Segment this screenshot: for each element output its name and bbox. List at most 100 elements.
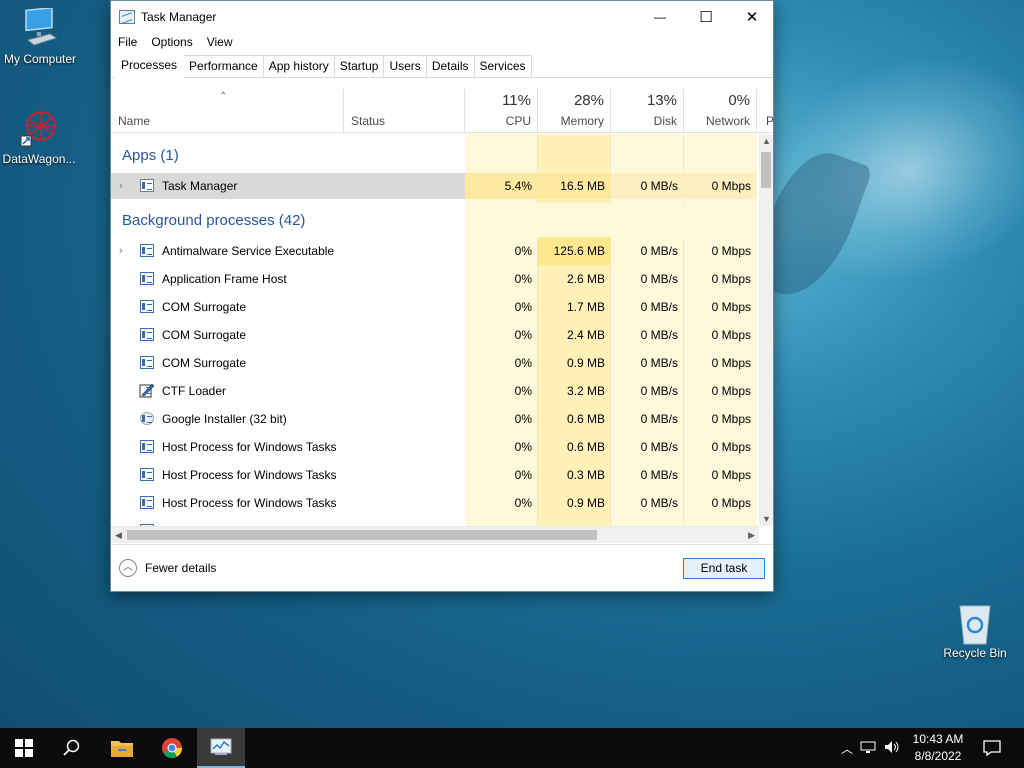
menu-view[interactable]: View xyxy=(207,35,233,49)
process-name: Antimalware Service Executable xyxy=(162,244,335,258)
cpu-value: 0% xyxy=(514,328,532,342)
clock-date: 8/8/2022 xyxy=(914,749,962,763)
table-row[interactable]: COM Surrogate 0% 1.7 MB 0 MB/s 0 Mbps xyxy=(111,293,759,321)
horizontal-scrollbar[interactable]: ◀ ▶ xyxy=(111,526,759,543)
menu-bar: File Options View xyxy=(111,32,773,52)
table-row[interactable]: Host Process for Windows Tasks 0% 0.6 MB… xyxy=(111,433,759,461)
table-row[interactable]: Host Process for Windows Tasks 0% 0.3 MB… xyxy=(111,461,759,489)
network-value: 0 Mbps xyxy=(711,412,751,426)
column-status[interactable]: Status xyxy=(344,89,465,133)
table-row[interactable]: Google Installer (32 bit) 0% 0.6 MB 0 MB… xyxy=(111,405,759,433)
scroll-down-icon[interactable]: ▼ xyxy=(762,514,771,524)
column-cpu[interactable]: 11% CPU xyxy=(465,89,538,133)
tab-services[interactable]: Services xyxy=(473,55,532,77)
minimize-icon: — xyxy=(654,9,666,24)
fewer-details-label: Fewer details xyxy=(145,561,217,575)
taskbar-task-manager[interactable] xyxy=(197,728,245,768)
process-name: Task Manager xyxy=(162,179,238,193)
column-power[interactable]: P xyxy=(757,89,774,133)
tab-bar: Processes Performance App history Startu… xyxy=(111,52,773,78)
cpu-value: 0% xyxy=(514,496,532,510)
desktop-icon-label: Recycle Bin xyxy=(943,646,1007,660)
cpu-total: 11% xyxy=(502,92,531,109)
sort-up-icon: ⌃ xyxy=(219,91,228,102)
network-value: 0 Mbps xyxy=(711,384,751,398)
column-network[interactable]: 0% Network xyxy=(684,89,757,133)
horizontal-scroll-thumb[interactable] xyxy=(127,530,597,540)
table-row[interactable]: Host Process for Windows Tasks 0% 0.9 MB… xyxy=(111,489,759,517)
title-bar[interactable]: Task Manager — ☐ ✕ xyxy=(111,1,773,32)
table-row[interactable]: Application Frame Host 0% 2.6 MB 0 MB/s … xyxy=(111,265,759,293)
column-disk[interactable]: 13% Disk xyxy=(611,89,684,133)
column-memory[interactable]: 28% Memory xyxy=(538,89,611,133)
chevron-right-icon[interactable]: › xyxy=(119,237,123,265)
scroll-left-icon[interactable]: ◀ xyxy=(115,530,122,541)
network-value: 0 Mbps xyxy=(711,244,751,258)
taskbar-file-explorer[interactable] xyxy=(98,728,146,768)
maximize-icon: ☐ xyxy=(699,8,713,26)
tab-details[interactable]: Details xyxy=(425,55,475,77)
group-header-background[interactable]: Background processes (42) xyxy=(111,203,759,239)
datawagon-icon xyxy=(19,108,59,148)
disk-value: 0 MB/s xyxy=(640,272,678,286)
tab-users[interactable]: Users xyxy=(383,55,427,77)
desktop-icon-label: DataWagon... xyxy=(2,152,76,166)
cpu-value: 5.4% xyxy=(465,173,538,199)
column-disk-label: Disk xyxy=(653,114,677,128)
process-name: COM Surrogate xyxy=(162,356,247,370)
group-header-apps[interactable]: Apps (1) xyxy=(111,138,759,174)
start-button[interactable] xyxy=(0,728,48,768)
table-row[interactable] xyxy=(111,517,759,526)
taskbar-chrome[interactable] xyxy=(148,728,196,768)
cpu-value: 0% xyxy=(514,412,532,426)
group-label-background: Background processes (42) xyxy=(122,212,306,229)
table-row[interactable]: › Antimalware Service Executable 0% 125.… xyxy=(111,237,759,265)
minimize-button[interactable]: — xyxy=(637,1,683,32)
desktop-icon-datawagon[interactable]: DataWagon... xyxy=(0,108,79,166)
maximize-button[interactable]: ☐ xyxy=(683,1,729,32)
desktop-icon-recycle-bin[interactable]: Recycle Bin xyxy=(935,602,1015,660)
task-manager-window: Task Manager — ☐ ✕ File Options View Pro… xyxy=(110,0,774,592)
scroll-up-icon[interactable]: ▲ xyxy=(762,136,771,146)
vertical-scroll-thumb[interactable] xyxy=(761,152,771,188)
volume-icon[interactable] xyxy=(880,740,904,757)
memory-value: 1.7 MB xyxy=(566,300,605,314)
table-row[interactable]: › Task Manager 5.4% 16.5 MB 0 MB/s 0 Mbp… xyxy=(111,173,759,199)
tab-performance[interactable]: Performance xyxy=(183,55,264,77)
end-task-button[interactable]: End task xyxy=(683,558,765,579)
process-icon xyxy=(140,272,154,285)
search-button[interactable] xyxy=(48,728,96,768)
column-name[interactable]: ⌃ Name xyxy=(111,89,344,133)
close-button[interactable]: ✕ xyxy=(729,1,775,32)
close-icon: ✕ xyxy=(745,8,759,26)
tab-processes[interactable]: Processes xyxy=(114,53,185,78)
disk-value: 0 MB/s xyxy=(640,440,678,454)
desktop-icon-my-computer[interactable]: My Computer xyxy=(0,6,80,66)
disk-value: 0 MB/s xyxy=(640,412,678,426)
tab-app-history[interactable]: App history xyxy=(262,55,335,77)
scroll-right-icon[interactable]: ▶ xyxy=(748,530,755,541)
tab-startup[interactable]: Startup xyxy=(333,55,385,77)
vertical-scrollbar[interactable]: ▲ ▼ xyxy=(759,134,773,526)
notifications-button[interactable] xyxy=(968,728,1016,768)
table-row[interactable]: COM Surrogate 0% 0.9 MB 0 MB/s 0 Mbps xyxy=(111,349,759,377)
network-value: 0 Mbps xyxy=(711,272,751,286)
column-memory-label: Memory xyxy=(560,114,604,128)
task-manager-icon xyxy=(140,179,154,192)
menu-file[interactable]: File xyxy=(118,35,137,49)
disk-value: 0 MB/s xyxy=(640,384,678,398)
chevron-right-icon[interactable]: › xyxy=(119,173,123,199)
process-icon xyxy=(140,244,154,257)
disk-value: 0 MB/s xyxy=(640,468,678,482)
fewer-details-button[interactable]: ︿ Fewer details xyxy=(119,559,216,577)
menu-options[interactable]: Options xyxy=(151,35,192,49)
process-icon xyxy=(140,496,154,509)
cpu-value: 0% xyxy=(514,272,532,286)
chevron-up-icon[interactable]: ︿ xyxy=(838,740,856,757)
table-row[interactable]: CTF Loader 0% 3.2 MB 0 MB/s 0 Mbps xyxy=(111,377,759,405)
disk-value: 0 MB/s xyxy=(611,173,684,199)
clock[interactable]: 10:43 AM 8/8/2022 xyxy=(906,731,970,765)
network-icon[interactable] xyxy=(856,740,880,757)
network-value: 0 Mbps xyxy=(711,300,751,314)
table-row[interactable]: COM Surrogate 0% 2.4 MB 0 MB/s 0 Mbps xyxy=(111,321,759,349)
